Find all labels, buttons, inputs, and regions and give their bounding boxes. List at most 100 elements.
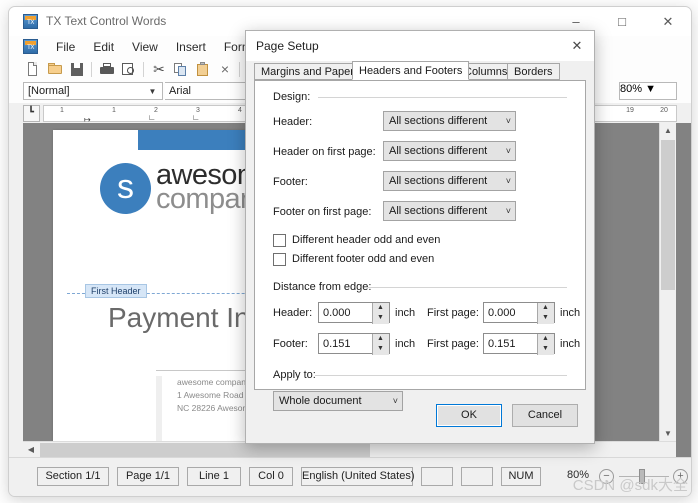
footer-distance-spinner[interactable]: 0.151 ▲ ▼: [318, 333, 390, 355]
horizontal-scroll-thumb[interactable]: [40, 443, 370, 457]
clipboard-icon: [193, 60, 213, 79]
tab-stop-selector[interactable]: [23, 105, 40, 122]
header-first-page-distance-label: First page:: [427, 307, 479, 319]
vertical-scroll-thumb[interactable]: [661, 140, 675, 290]
printer-icon: [97, 60, 117, 79]
ok-button[interactable]: OK: [436, 404, 502, 427]
toolbar-separator-1: [91, 62, 92, 77]
menu-item-file[interactable]: File: [47, 36, 84, 58]
ruler-number: 1: [112, 107, 116, 114]
spin-up-icon[interactable]: ▲: [373, 334, 388, 344]
close-x-icon: [215, 60, 235, 79]
header-first-page-distance-spinner[interactable]: 0.000 ▲ ▼: [483, 302, 555, 324]
zoom-combo[interactable]: 80% ▼: [619, 82, 677, 100]
header-first-page-value: All sections different: [389, 145, 488, 157]
tab-margins-and-paper[interactable]: Margins and Paper: [254, 63, 361, 80]
footer-first-page-value: All sections different: [389, 205, 488, 217]
ruler-number: 20: [660, 107, 668, 114]
dialog-title: Page Setup: [256, 39, 319, 53]
document-icon: [23, 39, 38, 54]
different-header-odd-even-checkbox[interactable]: [273, 234, 286, 247]
magnifier-page-icon: [119, 60, 139, 79]
header-first-page-spin-buttons[interactable]: ▲ ▼: [537, 303, 554, 324]
window-close-button[interactable]: ✕: [645, 7, 691, 36]
spin-down-icon[interactable]: ▼: [538, 313, 553, 323]
tab-headers-and-footers[interactable]: Headers and Footers: [352, 61, 470, 80]
address-line: 1 Awesome Road: [177, 390, 244, 400]
scroll-down-button[interactable]: ▼: [660, 426, 676, 442]
dialog-close-button[interactable]: ✕: [560, 31, 594, 61]
header-select-value: All sections different: [389, 115, 488, 127]
dialog-title-bar: Page Setup ✕: [246, 31, 594, 61]
copy-button[interactable]: [171, 60, 191, 79]
ruler-number: 19: [626, 107, 634, 114]
save-document-button[interactable]: [67, 60, 87, 79]
footer-select-value: All sections different: [389, 175, 488, 187]
header-label: Header:: [273, 116, 313, 128]
delete-button[interactable]: [215, 60, 235, 79]
spin-down-icon[interactable]: ▼: [538, 344, 553, 354]
chevron-down-icon: ˅: [505, 146, 511, 156]
footer-first-page-select[interactable]: All sections different ˅: [383, 201, 516, 221]
tab-stop-marker[interactable]: ∟: [192, 113, 200, 122]
cancel-button[interactable]: Cancel: [512, 404, 578, 427]
footer-select[interactable]: All sections different ˅: [383, 171, 516, 191]
scissors-icon: [149, 60, 169, 79]
apply-to-group-rule: [315, 375, 567, 376]
scroll-up-button[interactable]: ▲: [660, 123, 676, 139]
scroll-left-button[interactable]: ◀: [23, 442, 39, 458]
window-maximize-button[interactable]: □: [599, 7, 645, 36]
vertical-scrollbar[interactable]: ▲ ▼: [659, 123, 676, 442]
apply-to-select[interactable]: Whole document ˅: [273, 391, 403, 411]
header-first-page-select[interactable]: All sections different ˅: [383, 141, 516, 161]
tab-stop-marker[interactable]: ∟: [148, 113, 156, 122]
footer-distance-value: 0.151: [323, 338, 351, 350]
apply-to-value: Whole document: [279, 395, 362, 407]
spin-up-icon[interactable]: ▲: [538, 334, 553, 344]
different-footer-odd-even-checkbox[interactable]: [273, 253, 286, 266]
footer-distance-spin-buttons[interactable]: ▲ ▼: [372, 334, 389, 355]
status-language[interactable]: English (United States): [301, 467, 415, 486]
apply-to-group-label: Apply to:: [273, 369, 316, 381]
cut-button[interactable]: [149, 60, 169, 79]
paragraph-style-combo[interactable]: [Normal] ▼: [23, 82, 163, 100]
company-logo-circle: s: [100, 163, 151, 214]
headers-and-footers-panel: Design: Header: All sections different ˅…: [254, 80, 586, 411]
dialog-body: Margins and Paper Headers and Footers Co…: [246, 61, 594, 443]
new-document-button[interactable]: [23, 60, 43, 79]
header-distance-spinner[interactable]: 0.000 ▲ ▼: [318, 302, 390, 324]
spin-down-icon[interactable]: ▼: [373, 313, 388, 323]
spin-down-icon[interactable]: ▼: [373, 344, 388, 354]
ruler-number: 4: [238, 107, 242, 114]
different-footer-odd-even-label: Different footer odd and even: [292, 253, 435, 265]
close-icon: ✕: [662, 14, 674, 29]
header-first-page-distance-unit: inch: [560, 307, 581, 319]
spin-up-icon[interactable]: ▲: [538, 303, 553, 313]
footer-first-page-distance-value: 0.151: [488, 338, 516, 350]
header-distance-spin-buttons[interactable]: ▲ ▼: [372, 303, 389, 324]
screenshot-root: TX Text Control Words – □ ✕ File Edit Vi…: [0, 0, 698, 503]
first-header-tag[interactable]: First Header: [85, 284, 147, 298]
status-line: Line 1: [187, 467, 241, 486]
header-first-page-distance-value: 0.000: [488, 307, 516, 319]
menu-item-edit[interactable]: Edit: [84, 36, 123, 58]
open-document-button[interactable]: [45, 60, 65, 79]
dialog-tabstrip: Margins and Paper Headers and Footers Co…: [254, 61, 586, 80]
paste-button[interactable]: [193, 60, 213, 79]
address-line: NC 28226 Awesome: [177, 403, 255, 413]
spin-up-icon[interactable]: ▲: [373, 303, 388, 313]
footer-first-page-spin-buttons[interactable]: ▲ ▼: [537, 334, 554, 355]
menu-item-insert[interactable]: Insert: [167, 36, 215, 58]
footer-first-page-distance-spinner[interactable]: 0.151 ▲ ▼: [483, 333, 555, 355]
copy-icon: [171, 60, 191, 79]
tab-borders[interactable]: Borders: [507, 63, 560, 80]
header-select[interactable]: All sections different ˅: [383, 111, 516, 131]
menu-item-view[interactable]: View: [123, 36, 167, 58]
paragraph-style-value: [Normal]: [28, 85, 70, 97]
new-document-icon: [23, 60, 43, 79]
print-preview-button[interactable]: [119, 60, 139, 79]
distance-footer-label: Footer:: [273, 338, 308, 350]
design-group-rule: [318, 97, 567, 98]
print-button[interactable]: [97, 60, 117, 79]
maximize-icon: □: [618, 14, 626, 29]
